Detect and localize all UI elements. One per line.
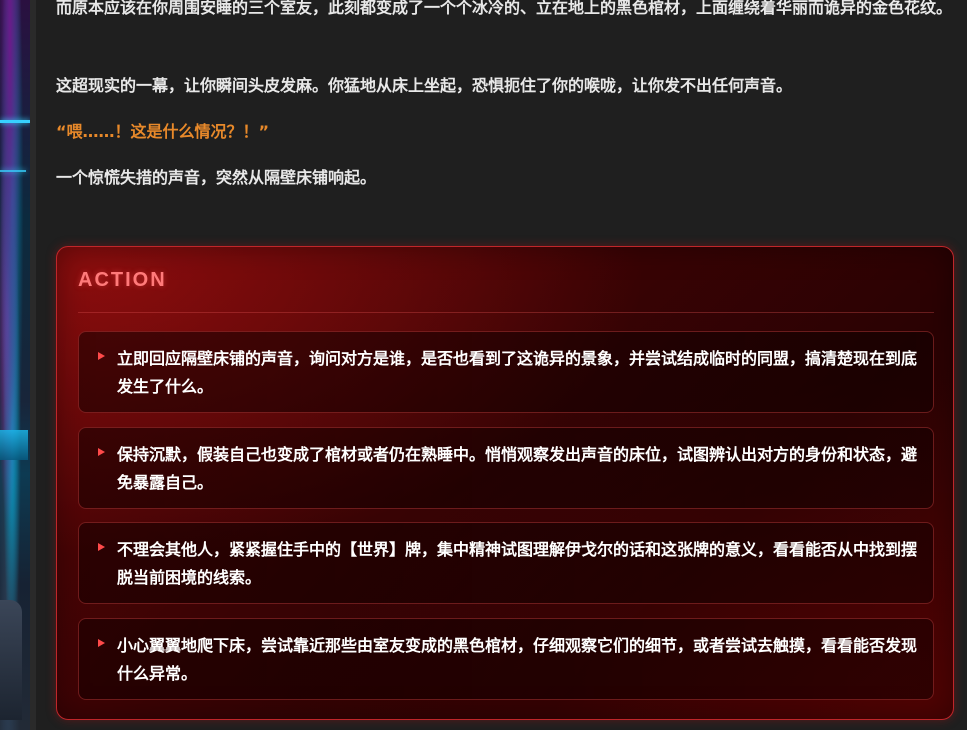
background-artwork — [0, 0, 30, 730]
triangle-right-icon — [98, 543, 105, 551]
chat-page: 而原本应该在你周围安睡的三个室友，此刻都变成了一个个冰冷的、立在地上的黑色棺材，… — [0, 0, 967, 730]
story-paragraph: 这超现实的一幕，让你瞬间头皮发麻。你猛地从床上坐起，恐惧扼住了你的喉咙，让你发不… — [56, 76, 793, 95]
action-option-label: 立即回应隔壁床铺的声音，询问对方是谁，是否也看到了这诡异的景象，并尝试结成临时的… — [117, 349, 918, 396]
triangle-right-icon — [98, 639, 105, 647]
action-option[interactable]: 保持沉默，假装自己也变成了棺材或者仍在熟睡中。悄悄观察发出声音的床位，试图辨认出… — [78, 427, 934, 509]
action-option[interactable]: 不理会其他人，紧紧握住手中的【世界】牌，集中精神试图理解伊戈尔的话和这张牌的意义… — [78, 522, 934, 604]
action-option-label: 保持沉默，假装自己也变成了棺材或者仍在熟睡中。悄悄观察发出声音的床位，试图辨认出… — [117, 445, 918, 492]
action-title: ACTION — [78, 269, 167, 291]
triangle-right-icon — [98, 352, 105, 360]
action-option[interactable]: 立即回应隔壁床铺的声音，询问对方是谁，是否也看到了这诡异的景象，并尝试结成临时的… — [78, 331, 934, 413]
panel-divider — [30, 0, 36, 730]
dialogue-line: “喂……！这是什么情况？！” — [56, 122, 270, 141]
neon-light-decoration — [0, 120, 30, 123]
action-option[interactable]: 小心翼翼地爬下床，尝试靠近那些由室友变成的黑色棺材，仔细观察它们的细节，或者尝试… — [78, 618, 934, 700]
story-paragraph: 而原本应该在你周围安睡的三个室友，此刻都变成了一个个冰冷的、立在地上的黑色棺材，… — [56, 0, 953, 17]
triangle-right-icon — [98, 448, 105, 456]
neon-light-decoration — [0, 170, 26, 172]
screen-glow-decoration — [0, 430, 28, 460]
action-panel: ACTION 立即回应隔壁床铺的声音，询问对方是谁，是否也看到了这诡异的景象，并… — [56, 246, 954, 720]
action-option-label: 不理会其他人，紧紧握住手中的【世界】牌，集中精神试图理解伊戈尔的话和这张牌的意义… — [117, 540, 918, 587]
character-silhouette — [0, 600, 22, 720]
story-paragraph: 一个惊慌失措的声音，突然从隔壁床铺响起。 — [56, 168, 377, 187]
action-divider — [78, 312, 934, 313]
action-option-label: 小心翼翼地爬下床，尝试靠近那些由室友变成的黑色棺材，仔细观察它们的细节，或者尝试… — [117, 636, 918, 683]
